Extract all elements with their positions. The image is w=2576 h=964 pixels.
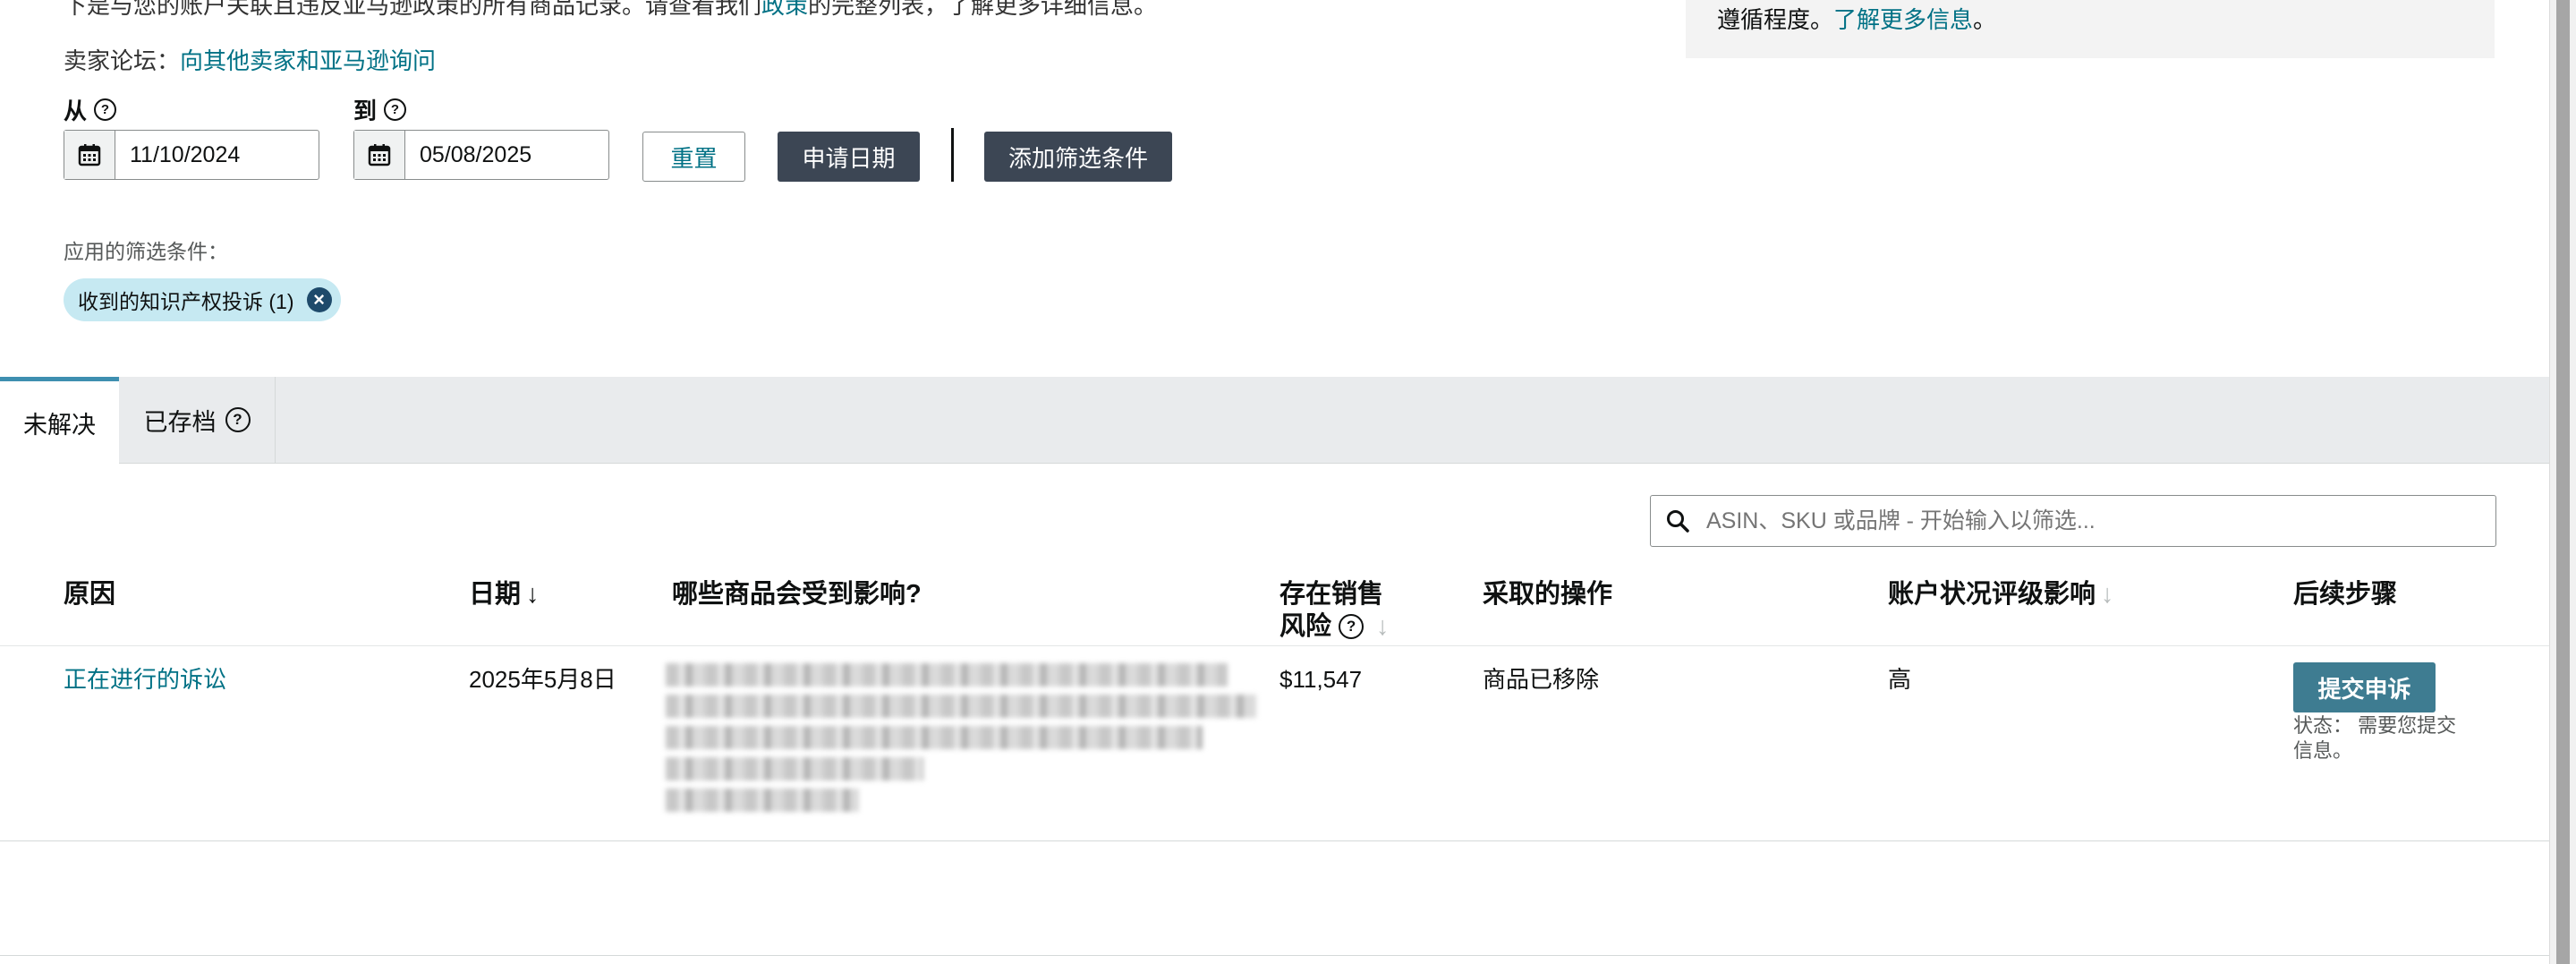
divider — [0, 955, 2550, 956]
applied-filters-label: 应用的筛选条件： — [64, 240, 228, 263]
submit-appeal-button[interactable]: 提交申诉 — [2293, 662, 2436, 712]
from-date-value[interactable]: 11/10/2024 — [115, 131, 240, 179]
to-date-field[interactable]: 05/08/2025 — [353, 130, 609, 180]
sort-down-icon[interactable]: ↓ — [1376, 610, 1390, 643]
column-header-next-steps: 后续步骤 — [2293, 580, 2398, 609]
policy-link[interactable]: 政策 — [761, 0, 808, 19]
column-header-label: 日期 — [469, 580, 522, 609]
filter-chip: 收到的知识产权投诉 (1) × — [64, 278, 341, 321]
intro-text-part: 下是与您的账户关联且违反亚马逊政策的所有商品记录。请查看我们 — [64, 0, 762, 19]
filter-chip-label: 收到的知识产权投诉 (1) — [78, 290, 294, 313]
reset-button[interactable]: 重置 — [642, 132, 745, 182]
search-input[interactable] — [1705, 507, 2478, 535]
scale-tick: 0 — [2214, 0, 2224, 2]
intro-text: 下是与您的账户关联且违反亚马逊政策的所有商品记录。请查看我们政策的完整列表，了解… — [64, 0, 1157, 21]
column-header-label: 账户状况评级影响 — [1888, 580, 2096, 609]
forum-label: 卖家论坛： — [64, 47, 181, 74]
column-header-action: 采取的操作 — [1483, 580, 1613, 609]
column-header-affected: 哪些商品会受到影响? — [672, 580, 922, 609]
divider — [0, 645, 2550, 646]
to-label: 到 ? — [353, 93, 407, 126]
calendar-icon[interactable] — [64, 131, 115, 179]
help-icon[interactable]: ? — [94, 98, 117, 121]
reason-cell: 正在进行的诉讼 — [64, 664, 226, 695]
scrollbar[interactable] — [2549, 0, 2576, 964]
reason-link[interactable]: 正在进行的诉讼 — [64, 666, 226, 693]
column-header-label: 风险 — [1279, 612, 1332, 641]
scrollbar-thumb[interactable] — [2556, 0, 2570, 964]
calendar-icon[interactable] — [354, 131, 405, 179]
learn-more-link[interactable]: 了解更多信息 — [1833, 6, 1973, 33]
search-icon — [1651, 508, 1705, 533]
tab-unresolved[interactable]: 未解决 — [0, 377, 119, 464]
from-date-field[interactable]: 11/10/2024 — [64, 130, 319, 180]
panel-text: 遵循程度。了解更多信息。 — [1717, 2, 1996, 35]
apply-date-button[interactable]: 申请日期 — [778, 132, 920, 182]
from-label: 从 ? — [64, 93, 117, 126]
page: 下是与您的账户关联且违反亚马逊政策的所有商品记录。请查看我们政策的完整列表，了解… — [0, 0, 2550, 964]
risk-cell: $11,547 — [1279, 666, 1363, 693]
to-label-text: 到 — [353, 98, 378, 124]
date-cell: 2025年5月8日 — [469, 666, 616, 693]
column-header-label: 存在销售 — [1279, 580, 1384, 609]
help-icon[interactable]: ? — [1339, 614, 1365, 639]
divider — [0, 840, 2550, 841]
rating-scale-ticks: 0 100 200 1000 — [2214, 0, 2479, 2]
sort-down-icon[interactable]: ↓ — [2101, 580, 2114, 609]
help-icon[interactable]: ? — [384, 98, 407, 121]
column-header-impact[interactable]: 账户状况评级影响 ↓ — [1888, 578, 2114, 610]
status-text: 状态： 需要您提交信息。 — [2293, 714, 2457, 762]
column-header-risk[interactable]: 存在销售 风险 ? ↓ — [1279, 578, 1390, 643]
add-filter-button[interactable]: 添加筛选条件 — [984, 132, 1172, 182]
panel-text-part: 遵循程度。 — [1717, 6, 1834, 33]
impact-cell: 高 — [1888, 666, 1912, 693]
account-health-panel: 0 100 200 1000 遵循程度。了解更多信息。 — [1686, 0, 2495, 58]
seller-forum: 卖家论坛：向其他卖家和亚马逊询问 — [64, 43, 436, 76]
sort-down-icon[interactable]: ↓ — [526, 580, 540, 609]
tab-archived[interactable]: 已存档 ? — [119, 377, 276, 463]
tab-bar: 未解决 已存档 ? — [0, 377, 2550, 464]
search-box[interactable] — [1650, 495, 2496, 547]
intro-text-part: 的完整列表，了解更多详细信息。 — [808, 0, 1158, 19]
column-header-date[interactable]: 日期 ↓ — [469, 578, 540, 610]
to-date-value[interactable]: 05/08/2025 — [405, 131, 531, 179]
divider — [951, 128, 954, 182]
column-header-reason: 原因 — [64, 580, 116, 609]
redacted-product-info — [666, 663, 1256, 820]
forum-link[interactable]: 向其他卖家和亚马逊询问 — [180, 47, 436, 74]
close-icon[interactable]: × — [306, 287, 332, 312]
tab-label: 已存档 — [143, 408, 217, 436]
scale-tick: 200 — [2333, 0, 2366, 2]
from-label-text: 从 — [64, 98, 88, 124]
panel-text-part: 。 — [1973, 6, 1997, 33]
action-cell: 商品已移除 — [1483, 666, 1600, 693]
column-header-line: 风险 ? ↓ — [1279, 610, 1390, 643]
scale-tick: 100 — [2262, 0, 2295, 2]
scale-tick: 1000 — [2403, 0, 2447, 2]
help-icon[interactable]: ? — [225, 407, 251, 432]
tab-label: 未解决 — [23, 411, 96, 439]
